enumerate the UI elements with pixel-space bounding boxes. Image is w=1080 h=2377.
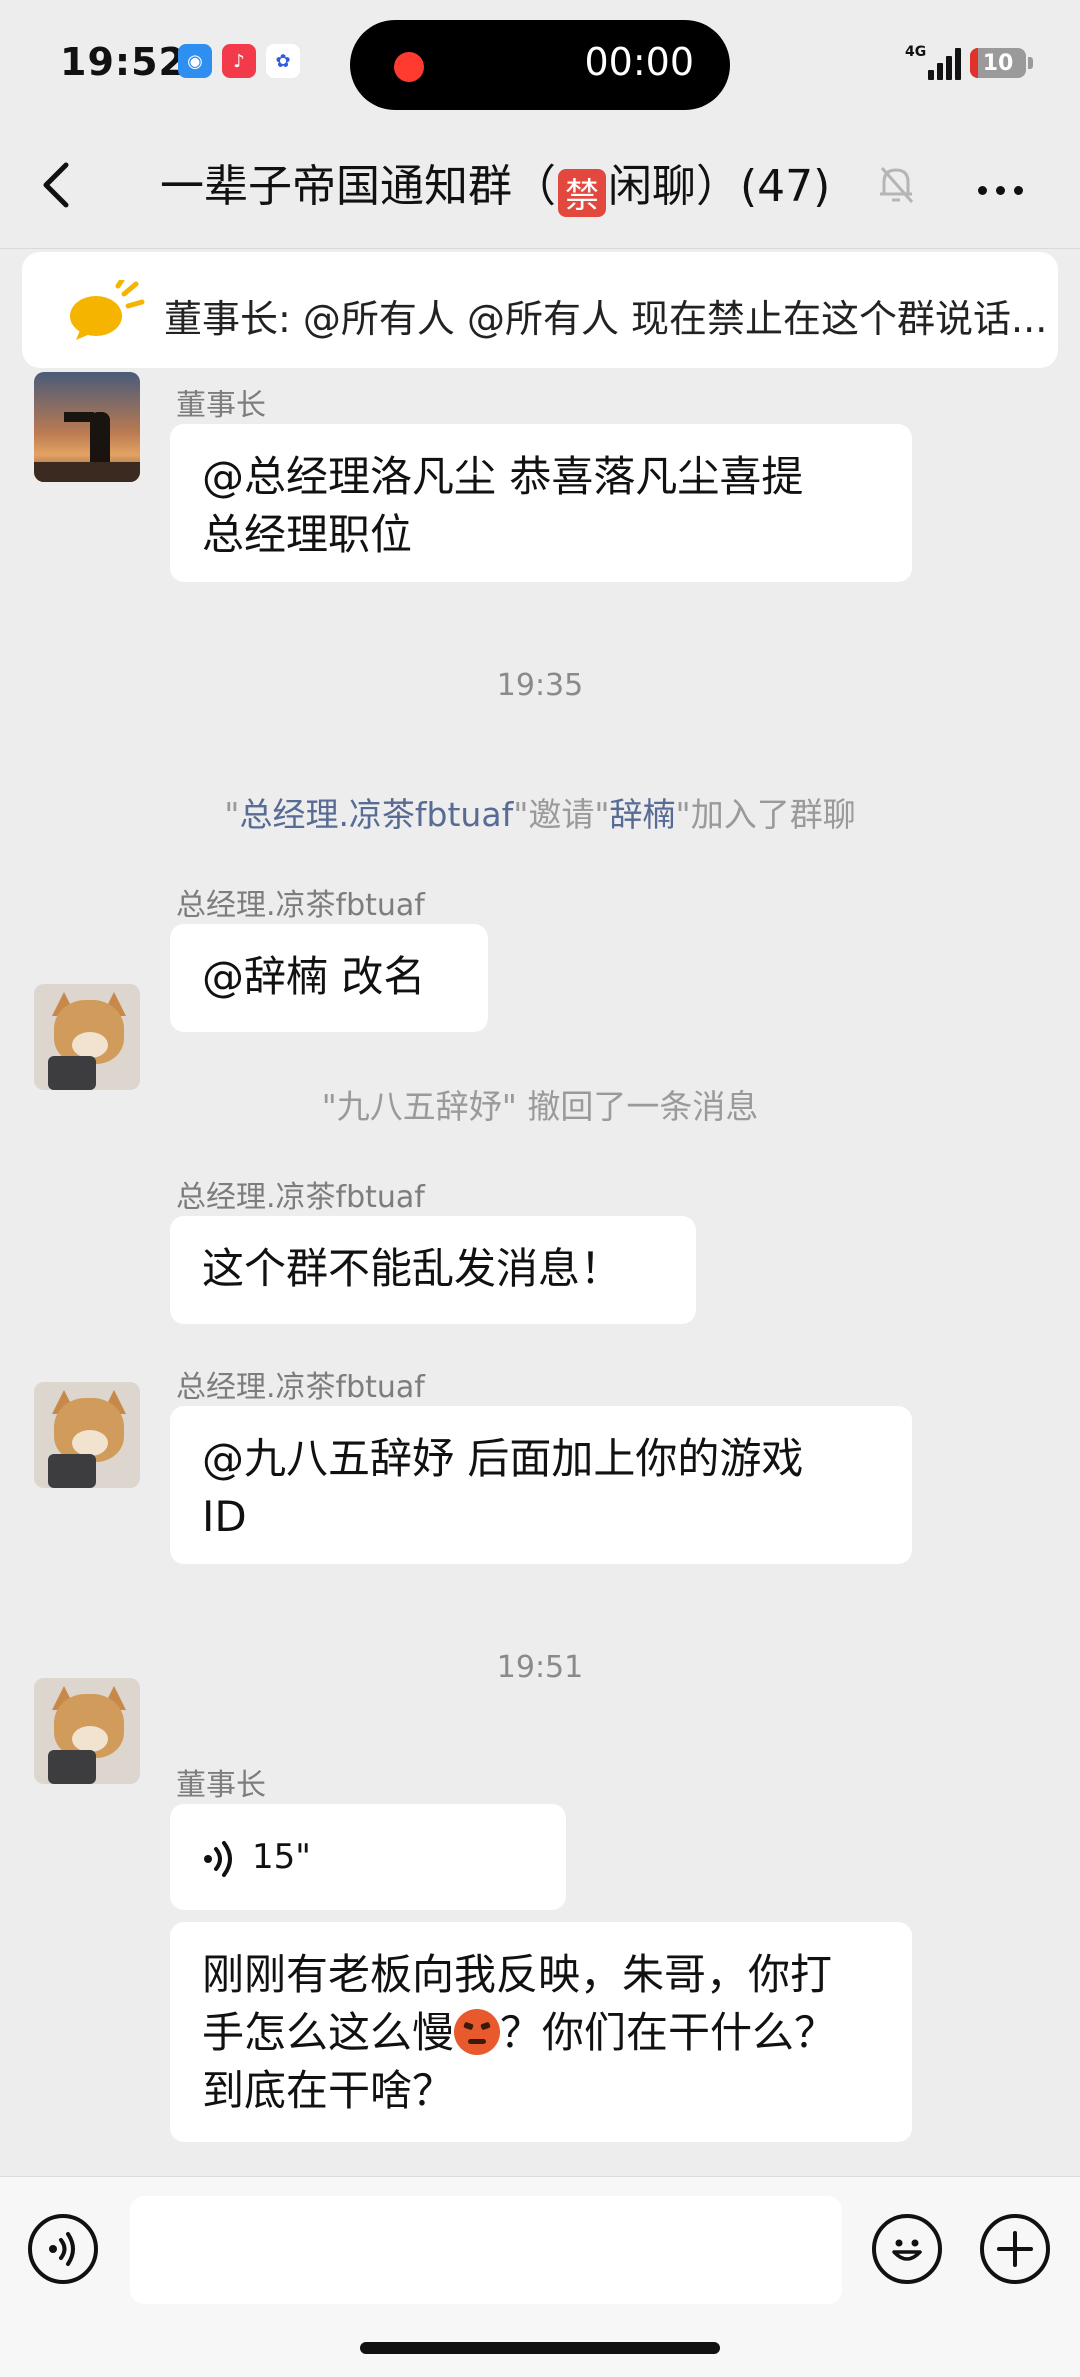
message-line: @九八五辞妤 后面加上你的游戏 [202,1434,804,1483]
pinned-notice[interactable]: 董事长: @所有人 @所有人 现在禁止在这个群说话... [22,252,1058,368]
user-link[interactable]: 总经理.凉茶fbtuaf [239,795,513,834]
announcement-icon [66,277,146,340]
system-message-recall: "九八五辞妤" 撤回了一条消息 [321,1087,759,1126]
voice-duration: 15" [252,1837,311,1877]
message-line: 刚刚有老板向我反映，朱哥，你打 [202,1950,833,1999]
message-bubble[interactable]: @总经理洛凡尘 恭喜落凡尘喜提 总经理职位 [170,424,912,582]
battery-level: 10 [982,50,1014,76]
battery-icon: 10 [970,48,1026,78]
home-indicator[interactable] [360,2342,720,2354]
ban-badge: 禁 [558,168,606,217]
avatar-manager[interactable] [34,984,140,1090]
time-label: 19:51 [496,1650,584,1685]
message-line: 总经理职位 [202,510,413,559]
back-icon[interactable] [38,155,98,215]
message-line: 到底在干啥？ [202,2066,455,2115]
more-icon[interactable] [978,180,1032,199]
music-icon: ♪ [222,44,256,78]
recording-time: 00:00 [584,40,694,84]
message-line: @辞楠 改名 [202,952,426,1001]
message-line: ID [202,1492,247,1541]
voice-wave-icon [204,1840,232,1877]
notice-text: 董事长: @所有人 @所有人 现在禁止在这个群说话... [164,297,1048,341]
message-line: 这个群不能乱发消息！ [202,1244,623,1293]
avatar-manager[interactable] [34,1382,140,1488]
message-line: 手怎么这么慢 ？你们在干什么？ [202,2008,837,2057]
sender-name: 总经理.凉茶fbtuaf [176,888,425,923]
system-message-invite: "总经理.凉茶fbtuaf"邀请"辞楠"加入了群聊 [224,795,856,834]
plus-icon[interactable] [980,2214,1050,2284]
user-link[interactable]: 辞楠 [610,795,676,834]
chat-title-suffix: 闲聊）(47) [608,161,831,212]
avatar-chairman[interactable] [34,372,140,482]
voice-message-bubble[interactable]: 15" [170,1804,566,1910]
sender-name: 总经理.凉茶fbtuaf [176,1180,425,1215]
emoji-icon[interactable] [872,2214,942,2284]
divider [0,248,1080,249]
sender-name: 董事长 [176,388,266,423]
avatar-manager[interactable] [34,1678,140,1784]
message-input[interactable] [130,2196,842,2304]
app-icon-blue: ◉ [178,44,212,78]
network-type: 4G [905,44,927,60]
message-bubble[interactable]: @九八五辞妤 后面加上你的游戏 ID [170,1406,912,1564]
baidu-icon: ✿ [266,44,300,78]
status-time: 19:52 [60,40,186,84]
signal-icon [928,46,964,80]
message-line: @总经理洛凡尘 恭喜落凡尘喜提 [202,452,804,501]
sender-name: 董事长 [176,1768,266,1803]
message-bubble[interactable]: 这个群不能乱发消息！ [170,1216,696,1324]
message-bubble[interactable]: 刚刚有老板向我反映，朱哥，你打 手怎么这么慢 ？你们在干什么？ 到底在干啥？ [170,1922,912,2142]
angry-emoji-icon [454,2009,501,2055]
chat-title-prefix: 一辈子帝国通知群（ [160,161,556,212]
voice-input-icon[interactable] [28,2214,98,2284]
screen-recording-indicator[interactable]: 00:00 [350,20,730,110]
message-bubble[interactable]: @辞楠 改名 [170,924,488,1032]
chat-title: 一辈子帝国通知群（禁闲聊）(47) [160,150,830,217]
time-label: 19:35 [496,668,584,703]
record-dot-icon [394,52,424,82]
bell-off-icon [876,162,916,206]
sender-name: 总经理.凉茶fbtuaf [176,1370,425,1405]
